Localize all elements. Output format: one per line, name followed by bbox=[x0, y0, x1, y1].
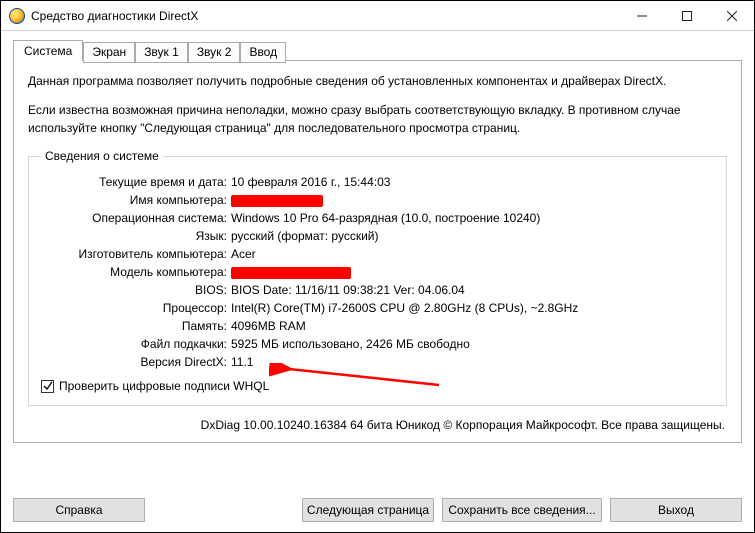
tab-display[interactable]: Экран bbox=[83, 42, 135, 63]
label-cpu: Процессор: bbox=[41, 299, 231, 317]
dxdiag-icon bbox=[9, 8, 25, 24]
maximize-icon bbox=[682, 11, 692, 21]
whql-checkbox[interactable] bbox=[41, 380, 54, 393]
value-datetime: 10 февраля 2016 г., 15:44:03 bbox=[231, 173, 714, 191]
label-bios: BIOS: bbox=[41, 281, 231, 299]
row-bios: BIOS: BIOS Date: 11/16/11 09:38:21 Ver: … bbox=[41, 281, 714, 299]
whql-checkbox-row: Проверить цифровые подписи WHQL bbox=[41, 379, 714, 393]
next-page-button[interactable]: Следующая страница bbox=[302, 498, 434, 522]
label-lang: Язык: bbox=[41, 227, 231, 245]
intro-text-1: Данная программа позволяет получить подр… bbox=[28, 73, 727, 90]
titlebar: Средство диагностики DirectX bbox=[1, 1, 754, 31]
value-model bbox=[231, 263, 714, 281]
system-info-group: Сведения о системе Текущие время и дата:… bbox=[28, 149, 727, 406]
whql-checkbox-label: Проверить цифровые подписи WHQL bbox=[59, 379, 269, 393]
row-ram: Память: 4096MB RAM bbox=[41, 317, 714, 335]
maximize-button[interactable] bbox=[664, 1, 709, 31]
tab-panel: Данная программа позволяет получить подр… bbox=[13, 60, 742, 443]
exit-button[interactable]: Выход bbox=[610, 498, 742, 522]
label-computer: Имя компьютера: bbox=[41, 191, 231, 209]
row-dx: Версия DirectX: 11.1 bbox=[41, 353, 714, 371]
value-manuf: Acer bbox=[231, 245, 714, 263]
help-button[interactable]: Справка bbox=[13, 498, 145, 522]
label-page: Файл подкачки: bbox=[41, 335, 231, 353]
window-title: Средство диагностики DirectX bbox=[31, 9, 198, 23]
row-page: Файл подкачки: 5925 МБ использовано, 242… bbox=[41, 335, 714, 353]
minimize-button[interactable] bbox=[619, 1, 664, 31]
value-lang: русский (формат: русский) bbox=[231, 227, 714, 245]
row-manuf: Изготовитель компьютера: Acer bbox=[41, 245, 714, 263]
button-bar: Справка Следующая страница Сохранить все… bbox=[13, 498, 742, 522]
value-dx: 11.1 bbox=[231, 353, 714, 371]
value-bios: BIOS Date: 11/16/11 09:38:21 Ver: 04.06.… bbox=[231, 281, 714, 299]
redacted-model bbox=[231, 267, 351, 279]
close-icon bbox=[727, 11, 737, 21]
close-button[interactable] bbox=[709, 1, 754, 31]
status-line: DxDiag 10.00.10240.16384 64 бита Юникод … bbox=[28, 414, 727, 432]
row-computer: Имя компьютера: bbox=[41, 191, 714, 209]
tab-input[interactable]: Ввод bbox=[240, 42, 286, 63]
group-legend: Сведения о системе bbox=[41, 149, 163, 163]
row-model: Модель компьютера: bbox=[41, 263, 714, 281]
save-all-button[interactable]: Сохранить все сведения... bbox=[442, 498, 602, 522]
row-lang: Язык: русский (формат: русский) bbox=[41, 227, 714, 245]
value-ram: 4096MB RAM bbox=[231, 317, 714, 335]
value-os: Windows 10 Pro 64-разрядная (10.0, постр… bbox=[231, 209, 714, 227]
intro-text-2: Если известна возможная причина неполадк… bbox=[28, 102, 727, 137]
label-os: Операционная система: bbox=[41, 209, 231, 227]
tab-sound1[interactable]: Звук 1 bbox=[135, 42, 188, 63]
label-dx: Версия DirectX: bbox=[41, 353, 231, 371]
redacted-computer bbox=[231, 195, 323, 207]
row-os: Операционная система: Windows 10 Pro 64-… bbox=[41, 209, 714, 227]
row-datetime: Текущие время и дата: 10 февраля 2016 г.… bbox=[41, 173, 714, 191]
tabstrip: Система Экран Звук 1 Звук 2 Ввод bbox=[13, 40, 742, 61]
label-datetime: Текущие время и дата: bbox=[41, 173, 231, 191]
value-computer bbox=[231, 191, 714, 209]
minimize-icon bbox=[637, 11, 647, 21]
value-cpu: Intel(R) Core(TM) i7-2600S CPU @ 2.80GHz… bbox=[231, 299, 714, 317]
check-icon bbox=[43, 381, 53, 391]
tab-system[interactable]: Система bbox=[13, 40, 83, 61]
label-ram: Память: bbox=[41, 317, 231, 335]
label-manuf: Изготовитель компьютера: bbox=[41, 245, 231, 263]
label-model: Модель компьютера: bbox=[41, 263, 231, 281]
row-cpu: Процессор: Intel(R) Core(TM) i7-2600S CP… bbox=[41, 299, 714, 317]
value-page: 5925 МБ использовано, 2426 МБ свободно bbox=[231, 335, 714, 353]
tab-sound2[interactable]: Звук 2 bbox=[188, 42, 241, 63]
